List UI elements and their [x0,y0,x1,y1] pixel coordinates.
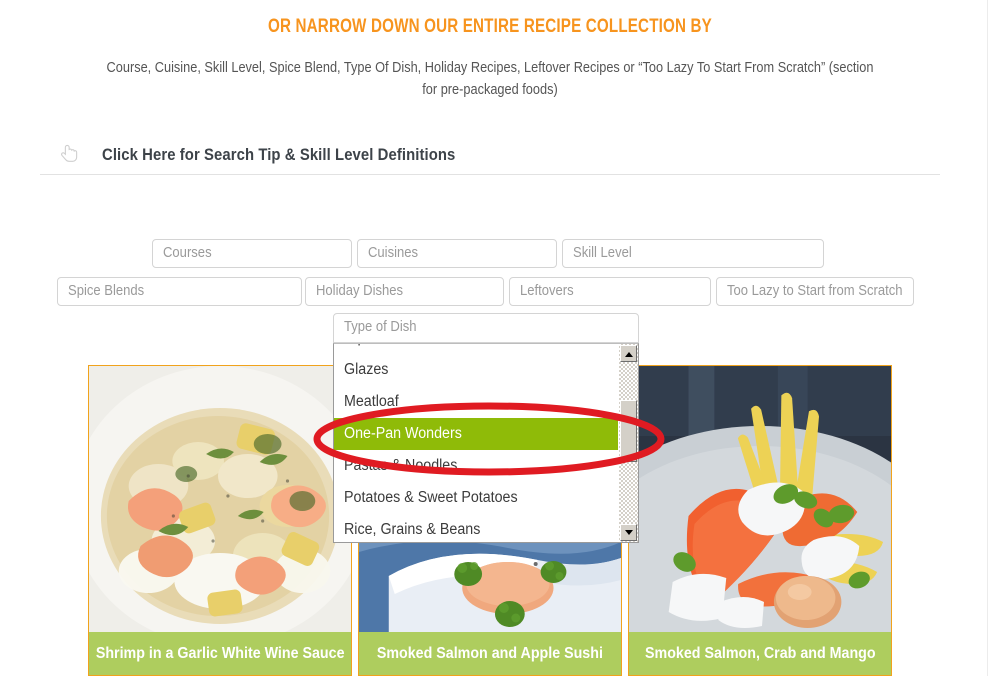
filter-skill-level-placeholder: Skill Level [573,245,632,261]
search-tips-link[interactable]: Click Here for Search Tip & Skill Level … [40,138,940,172]
recipe-caption-text: Smoked Salmon, Crab and Mango [644,644,876,662]
recipe-caption-text: Smoked Salmon and Apple Sushi [376,644,604,662]
dropdown-option-glazes[interactable]: Glazes [334,354,619,386]
type-of-dish-dropdown-list[interactable]: Dips Glazes Meatloaf One-Pan Wonders Pas… [333,343,639,543]
content-edge-line [987,0,988,676]
filter-too-lazy-placeholder: Too Lazy to Start from Scratch [727,283,903,299]
filter-leftovers[interactable]: Leftovers [509,277,711,306]
filter-holiday-dishes[interactable]: Holiday Dishes [305,277,504,306]
recipe-photo-salmon-crab-mango [629,366,891,634]
dropdown-option-pastas-noodles[interactable]: Pastas & Noodles [334,450,619,482]
filter-spice-blends-placeholder: Spice Blends [68,283,145,299]
filter-skill-level[interactable]: Skill Level [562,239,824,268]
search-tips-label: Click Here for Search Tip & Skill Level … [102,145,456,164]
page-canvas: OR NARROW DOWN OUR ENTIRE RECIPE COLLECT… [0,0,1000,676]
dropdown-option-label: One-Pan Wonders [344,425,462,442]
dropdown-option-potatoes-sweet-potatoes[interactable]: Potatoes & Sweet Potatoes [334,482,619,514]
filter-type-of-dish-placeholder: Type of Dish [344,319,417,335]
scroll-down-icon[interactable] [620,524,637,541]
dropdown-option-label: Pastas & Noodles [344,457,458,474]
filter-cuisines-placeholder: Cuisines [368,245,419,261]
dropdown-option-label: Dips [344,344,373,354]
recipe-photo-shrimp [89,366,351,634]
page-title: OR NARROW DOWN OUR ENTIRE RECIPE COLLECT… [268,16,712,37]
dropdown-option-meatloaf[interactable]: Meatloaf [334,386,619,418]
recipe-caption-text: Shrimp in a Garlic White Wine Sauce [95,644,345,662]
filter-courses-placeholder: Courses [163,245,212,261]
recipe-card[interactable]: Smoked Salmon, Crab and Mango [628,365,892,676]
dropdown-option-dips[interactable]: Dips [334,344,619,354]
filter-spice-blends[interactable]: Spice Blends [57,277,302,306]
section-divider [40,174,940,175]
filter-too-lazy-to-start-from-scratch[interactable]: Too Lazy to Start from Scratch [716,277,914,306]
page-subtitle: Course, Cuisine, Skill Level, Spice Blen… [106,60,874,98]
dropdown-option-label: Glazes [344,361,389,378]
dropdown-option-label: Rice, Grains & Beans [344,521,481,538]
pointing-hand-icon [61,144,78,162]
filter-leftovers-placeholder: Leftovers [520,283,574,299]
dropdown-option-one-pan-wonders[interactable]: One-Pan Wonders [334,418,619,450]
recipe-caption: Smoked Salmon and Apple Sushi [359,632,621,675]
scroll-up-icon[interactable] [620,345,637,362]
dropdown-options: Dips Glazes Meatloaf One-Pan Wonders Pas… [334,344,619,542]
recipe-card[interactable]: Shrimp in a Garlic White Wine Sauce [88,365,352,676]
recipe-caption: Smoked Salmon, Crab and Mango [629,632,891,675]
dropdown-option-rice-grains-beans[interactable]: Rice, Grains & Beans [334,514,619,542]
filter-holiday-dishes-placeholder: Holiday Dishes [316,283,404,299]
filter-courses[interactable]: Courses [152,239,352,268]
dropdown-option-label: Potatoes & Sweet Potatoes [344,489,518,506]
dropdown-option-label: Meatloaf [344,393,399,410]
dropdown-scrollbar[interactable] [618,344,638,542]
recipe-caption: Shrimp in a Garlic White Wine Sauce [89,632,351,675]
filter-cuisines[interactable]: Cuisines [357,239,557,268]
filter-type-of-dish[interactable]: Type of Dish [333,313,639,343]
scrollbar-thumb[interactable] [620,400,637,462]
